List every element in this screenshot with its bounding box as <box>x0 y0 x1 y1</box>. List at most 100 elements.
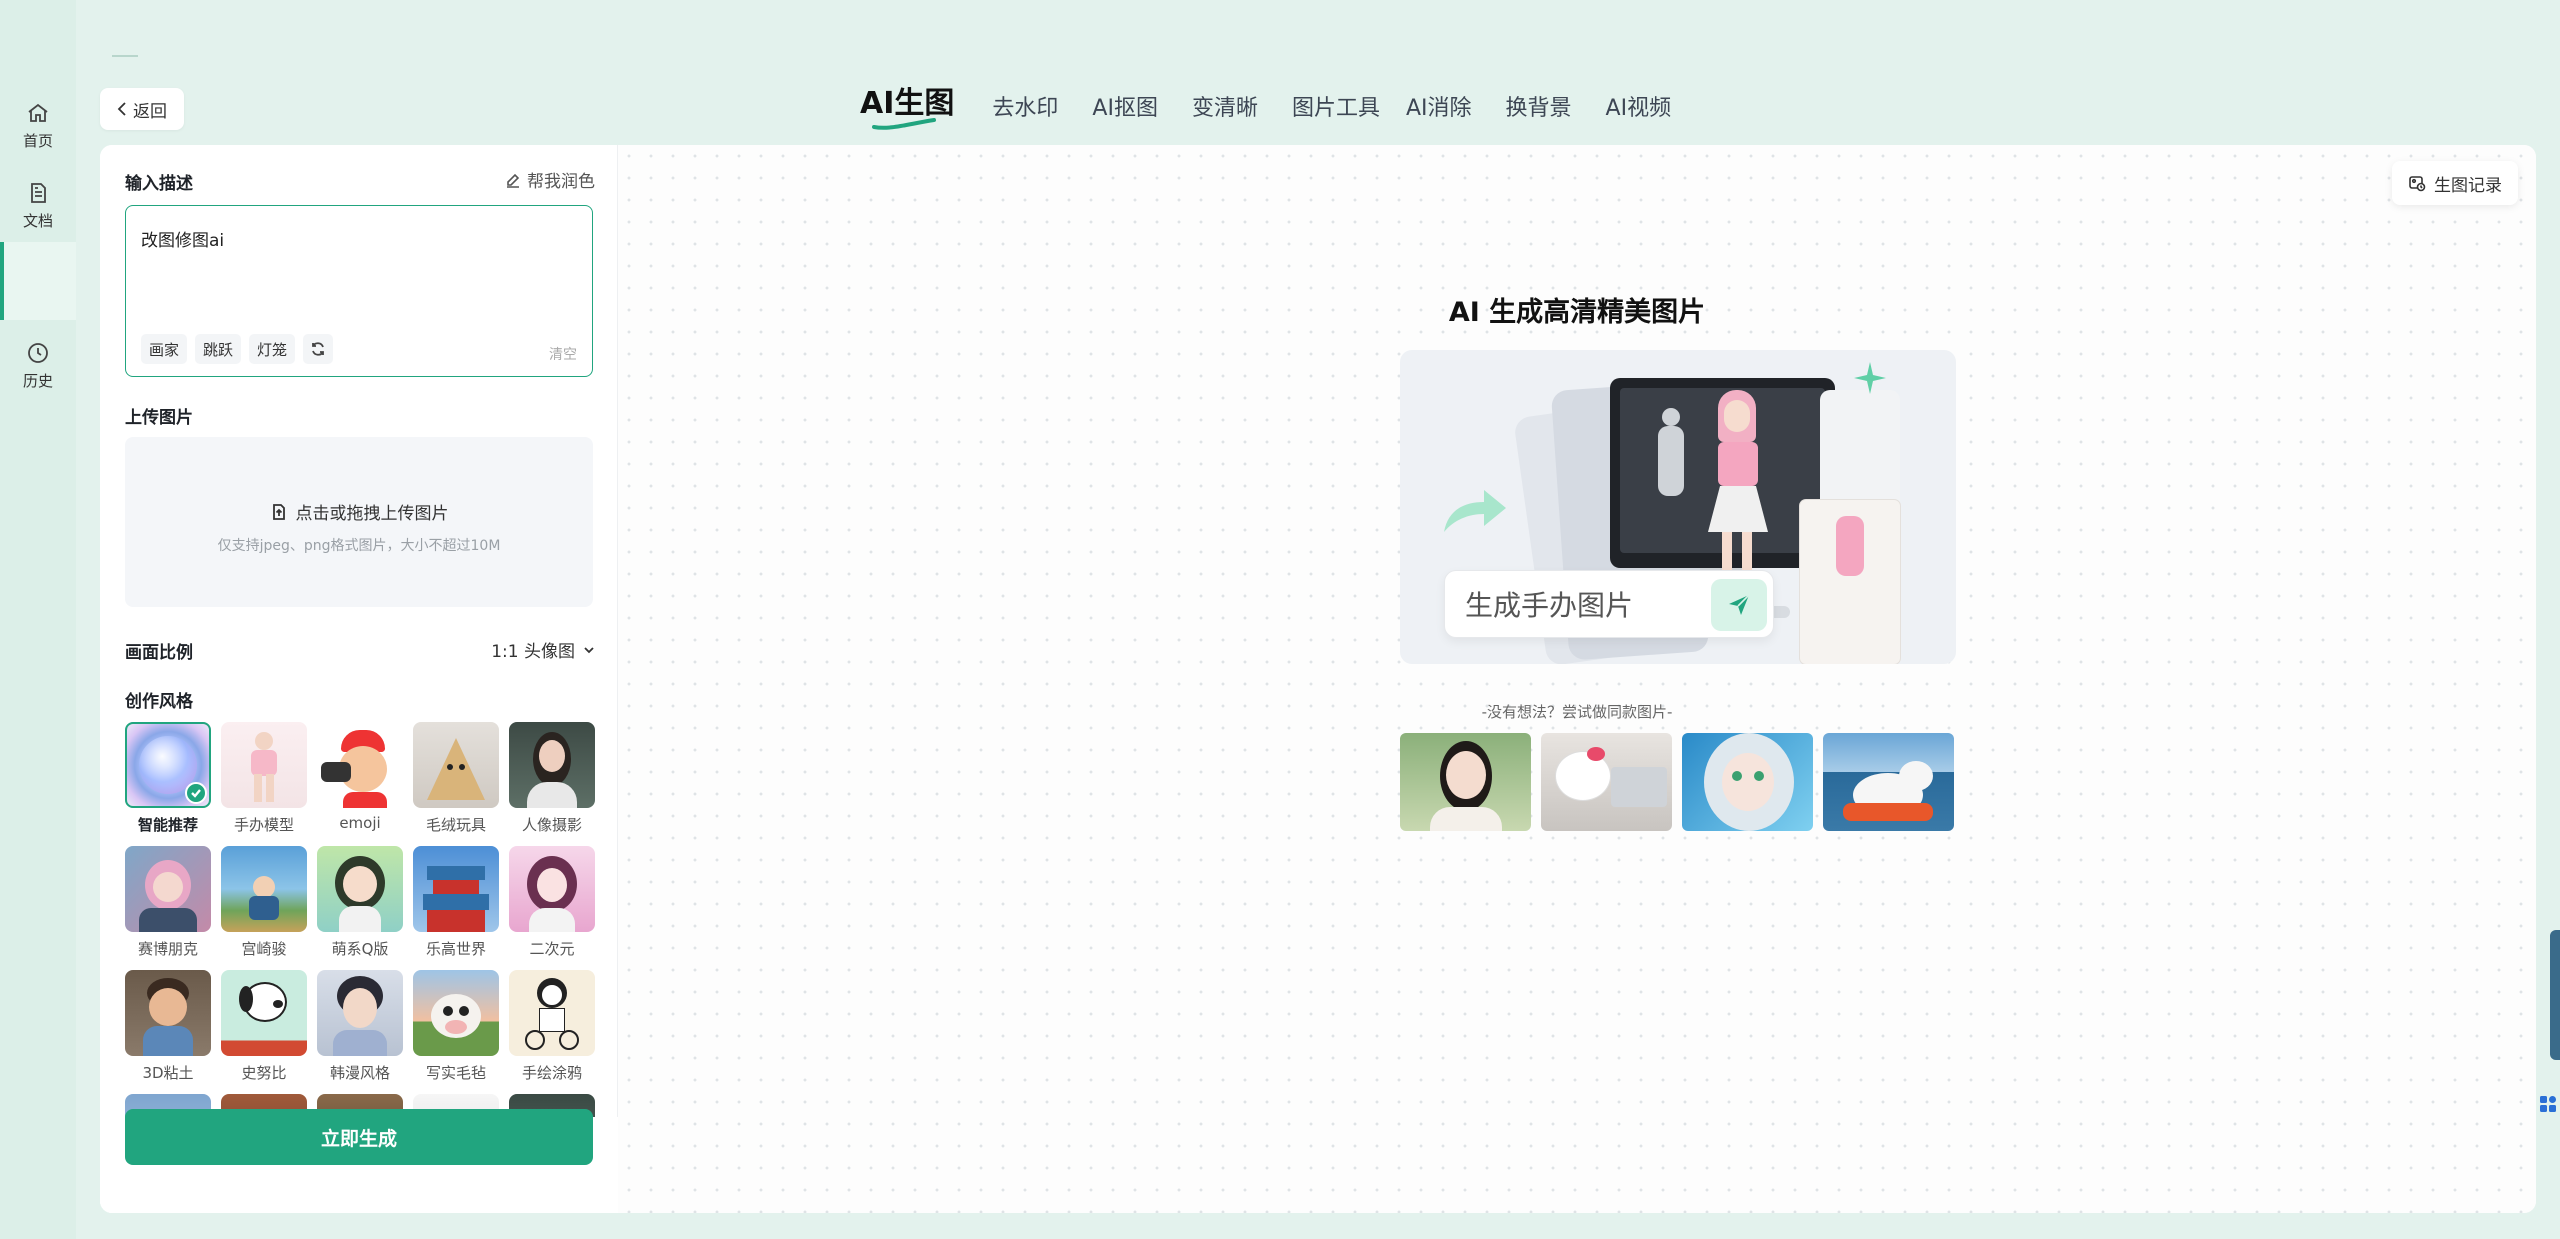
tab-ai-video[interactable]: AI视频 <box>1606 90 1672 130</box>
rail-item-label: 历史 <box>22 371 53 390</box>
style-anime[interactable]: 二次元 <box>509 846 595 962</box>
tab-label: 变清晰 <box>1191 96 1258 121</box>
chevron-left-icon <box>117 102 126 116</box>
generate-button[interactable]: 立即生成 <box>125 1109 593 1165</box>
style-cyberpunk[interactable]: 赛博朋克 <box>125 846 211 962</box>
style-portrait[interactable]: 人像摄影 <box>509 722 595 838</box>
style-thumbnail <box>221 722 307 808</box>
style-manhwa[interactable]: 韩漫风格 <box>317 970 403 1086</box>
tab-ai-cutout[interactable]: AI抠图 <box>1092 90 1158 130</box>
style-clay[interactable]: 3D粘土 <box>125 970 211 1086</box>
style-label: emoji <box>339 814 381 832</box>
style-lego[interactable]: 乐高世界 <box>413 846 499 962</box>
refresh-suggestions-button[interactable] <box>303 334 334 364</box>
tab-remove-watermark[interactable]: 去水印 <box>992 90 1058 130</box>
style-label: 3D粘土 <box>142 1064 194 1082</box>
clock-icon <box>25 340 51 366</box>
style-thumbnail <box>509 846 595 932</box>
tab-ai-erase[interactable]: AI消除 <box>1406 90 1472 130</box>
polish-label: 帮我润色 <box>527 172 595 192</box>
style-thumbnail <box>413 846 499 932</box>
style-thumbnail <box>125 846 211 932</box>
polish-button[interactable]: 帮我润色 <box>505 167 595 192</box>
suggestion-chip[interactable]: 灯笼 <box>249 334 296 364</box>
rail-item-active[interactable] <box>0 242 76 320</box>
upload-title: 上传图片 <box>125 408 193 428</box>
rail-item-docs[interactable]: 文档 <box>0 170 76 240</box>
suggestion-chip[interactable]: 画家 <box>141 334 188 364</box>
style-label: 赛博朋克 <box>137 940 198 958</box>
side-widget[interactable] <box>2550 930 2560 1060</box>
style-thumbnail <box>509 722 595 808</box>
style-label: 萌系Q版 <box>331 940 389 958</box>
tab-label: AI视频 <box>1605 96 1672 121</box>
style-thumbnail <box>509 970 595 1056</box>
suggestion-chip[interactable]: 跳跃 <box>195 334 242 364</box>
tab-label: AI生图 <box>860 86 955 121</box>
prompt-input[interactable]: 改图修图ai 画家 跳跃 灯笼 清空 <box>125 205 593 377</box>
style-thumbnail <box>125 722 211 808</box>
style-ghibli[interactable]: 宫崎骏 <box>221 846 307 962</box>
home-icon <box>25 100 51 126</box>
tab-label: 去水印 <box>992 96 1059 121</box>
tab-label: AI抠图 <box>1092 96 1158 121</box>
style-thumbnail <box>125 970 211 1056</box>
upload-icon <box>272 503 285 520</box>
style-doodle[interactable]: 手绘涂鸦 <box>509 970 595 1086</box>
style-title: 创作风格 <box>125 692 193 712</box>
history-label: 生图记录 <box>2434 175 2502 196</box>
style-snoopy[interactable]: 史努比 <box>221 970 307 1086</box>
sparkle-icon <box>1854 362 1886 394</box>
style-thumbnail <box>413 970 499 1056</box>
clear-button[interactable]: 清空 <box>549 344 577 364</box>
style-figure[interactable]: 手办模型 <box>221 722 307 838</box>
ratio-select[interactable]: 1:1 头像图 <box>491 637 595 662</box>
upload-dropzone[interactable]: 点击或拖拽上传图片 仅支持jpeg、png格式图片，大小不超过10M <box>125 437 593 607</box>
example-image[interactable] <box>1400 733 1531 831</box>
ratio-title: 画面比例 <box>125 643 193 663</box>
example-image[interactable] <box>1541 733 1672 831</box>
rail-item-history[interactable]: 历史 <box>0 330 76 400</box>
style-emoji[interactable]: emoji <box>317 722 403 838</box>
style-chibi[interactable]: 萌系Q版 <box>317 846 403 962</box>
example-hint: -没有想法？尝试做同款图片- <box>1481 703 1673 721</box>
tool-tabs: AI生图 去水印 AI抠图 变清晰 图片工具 AI消除 换背景 AI视频 <box>860 84 1705 130</box>
prompt-value[interactable]: 改图修图ai <box>141 226 224 251</box>
prompt-title: 输入描述 <box>125 174 193 194</box>
active-tab-underline <box>872 118 936 130</box>
tab-change-background[interactable]: 换背景 <box>1506 90 1572 130</box>
style-plush[interactable]: 毛绒玩具 <box>413 722 499 838</box>
hero-illustration: 生成手办图片 <box>1400 350 1956 664</box>
settings-sidebar: 输入描述 帮我润色 改图修图ai 画家 跳跃 灯笼 清空 上传图片 点击或拖拽上… <box>100 145 618 1213</box>
tab-image-tools[interactable]: 图片工具 <box>1292 90 1380 130</box>
generate-area: 立即生成 <box>100 1109 618 1213</box>
document-icon <box>25 180 51 206</box>
style-felt[interactable]: 写实毛毡 <box>413 970 499 1086</box>
apps-grid-icon[interactable] <box>2538 1094 2558 1114</box>
chevron-down-icon <box>584 646 594 653</box>
history-button[interactable]: 生图记录 <box>2392 161 2518 205</box>
back-label: 返回 <box>133 101 167 122</box>
example-image[interactable] <box>1823 733 1954 831</box>
upload-text: 点击或拖拽上传图片 <box>295 504 449 524</box>
rail-item-home[interactable]: 首页 <box>0 90 76 160</box>
rail-item-label: 首页 <box>22 131 53 150</box>
back-button[interactable]: 返回 <box>100 88 184 130</box>
tab-enhance[interactable]: 变清晰 <box>1192 90 1258 130</box>
tab-ai-generate[interactable]: AI生图 <box>860 78 954 130</box>
style-thumbnail <box>221 846 307 932</box>
style-label: 宫崎骏 <box>241 940 287 958</box>
ratio-value: 1:1 头像图 <box>491 642 575 662</box>
send-icon <box>1711 579 1767 631</box>
refresh-icon <box>312 342 324 356</box>
check-icon <box>185 782 207 804</box>
example-gallery <box>1400 733 1954 831</box>
style-smart[interactable]: 智能推荐 <box>125 722 211 838</box>
example-image[interactable] <box>1682 733 1813 831</box>
style-thumbnail <box>413 722 499 808</box>
style-label: 二次元 <box>529 940 575 958</box>
upload-hint: 仅支持jpeg、png格式图片，大小不超过10M <box>217 538 501 554</box>
main-panel: 输入描述 帮我润色 改图修图ai 画家 跳跃 灯笼 清空 上传图片 点击或拖拽上… <box>100 145 2536 1213</box>
style-label: 毛绒玩具 <box>425 816 486 834</box>
arrow-icon <box>1444 490 1506 532</box>
